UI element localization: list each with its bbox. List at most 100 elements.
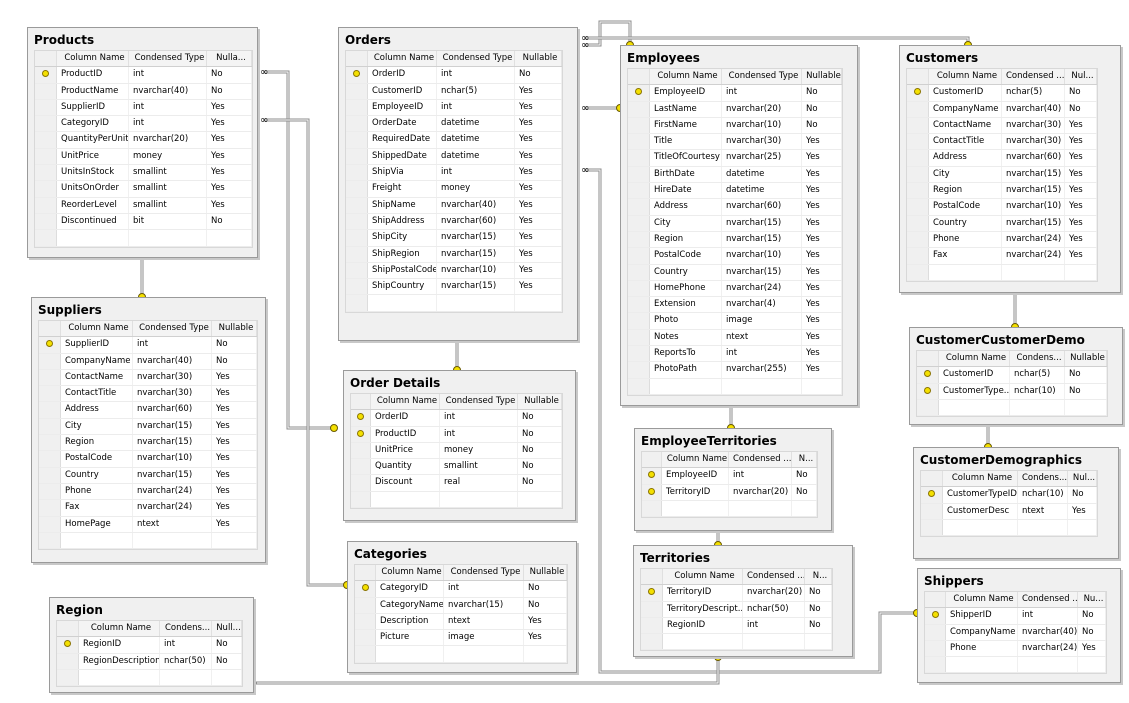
column-header[interactable]: Nu...: [1078, 592, 1106, 608]
table-row[interactable]: UnitsOnOrder smallint Yes: [35, 181, 252, 198]
table-row[interactable]: TerritoryID nvarchar(20) No: [642, 484, 817, 501]
row-selector[interactable]: [39, 386, 61, 402]
row-selector[interactable]: [907, 85, 929, 101]
table-title[interactable]: EmployeeTerritories: [635, 429, 831, 452]
table-row[interactable]: ShipAddress nvarchar(60) Yes: [346, 213, 562, 231]
table-row[interactable]: ProductName nvarchar(40) No: [35, 83, 252, 100]
table-row[interactable]: CategoryID int Yes: [35, 116, 252, 133]
table-row[interactable]: ContactTitle nvarchar(30) Yes: [39, 386, 257, 403]
table-customers[interactable]: Customers Column Name Condensed ... Nul... C…: [899, 45, 1121, 293]
row-selector[interactable]: [346, 116, 368, 132]
column-grid[interactable]: Column Name Condensed ... N... EmployeeID in…: [641, 451, 818, 519]
column-grid[interactable]: Column Name Condensed Type Nullable Categor…: [354, 564, 568, 664]
column-header[interactable]: Nullable: [515, 51, 562, 67]
row-selector[interactable]: [925, 624, 946, 640]
table-row[interactable]: Country nvarchar(15) Yes: [907, 215, 1097, 232]
column-header[interactable]: Nullable: [524, 565, 567, 581]
table-row[interactable]: Fax nvarchar(24) Yes: [39, 500, 257, 517]
column-header[interactable]: Null...: [212, 621, 242, 637]
table-row[interactable]: ProductID int No: [35, 67, 252, 84]
row-selector[interactable]: [355, 630, 376, 646]
empty-row[interactable]: [925, 657, 1106, 674]
row-selector[interactable]: [907, 117, 929, 134]
column-header[interactable]: Nul...: [1068, 471, 1097, 487]
table-row[interactable]: HireDate datetime Yes: [628, 183, 842, 200]
row-selector[interactable]: [642, 484, 662, 500]
column-grid[interactable]: Column Name Condensed ... N... TerritoryID n…: [640, 568, 833, 652]
table-row[interactable]: TerritoryDescript... nchar(50) No: [641, 601, 832, 618]
column-grid[interactable]: Column Name Condensed Type Nullable OrderID…: [350, 393, 563, 510]
row-selector[interactable]: [355, 581, 376, 597]
column-header[interactable]: Column Name: [368, 51, 437, 67]
column-header[interactable]: Column Name: [929, 69, 1002, 85]
table-row[interactable]: Address nvarchar(60) Yes: [628, 199, 842, 216]
row-selector[interactable]: [355, 613, 376, 630]
empty-row[interactable]: [628, 378, 842, 395]
table-row[interactable]: FirstName nvarchar(10) No: [628, 117, 842, 135]
table-title[interactable]: Region: [50, 598, 253, 621]
column-header[interactable]: N...: [805, 569, 832, 585]
table-title[interactable]: Suppliers: [32, 298, 265, 321]
row-selector[interactable]: [907, 134, 929, 150]
relationship-categories-products[interactable]: [265, 118, 347, 587]
row-selector[interactable]: [39, 516, 61, 532]
table-row[interactable]: EmployeeID int No: [642, 468, 817, 485]
table-row[interactable]: City nvarchar(15) Yes: [39, 418, 257, 436]
table-row[interactable]: TerritoryID nvarchar(20) No: [641, 585, 832, 602]
row-selector[interactable]: [39, 451, 61, 467]
row-selector[interactable]: [628, 297, 650, 313]
table-row[interactable]: Country nvarchar(15) Yes: [39, 467, 257, 484]
column-header[interactable]: Column Name: [371, 394, 440, 410]
empty-row[interactable]: [35, 230, 252, 247]
table-row[interactable]: OrderDate datetime Yes: [346, 116, 562, 133]
table-title[interactable]: Employees: [621, 46, 857, 69]
table-row[interactable]: Phone nvarchar(24) Yes: [925, 640, 1106, 658]
table-cdemo[interactable]: CustomerDemographics Column Name Condens..…: [913, 447, 1119, 559]
row-selector[interactable]: [628, 134, 650, 150]
table-row[interactable]: Address nvarchar(60) Yes: [39, 402, 257, 419]
row-selector[interactable]: [628, 166, 650, 183]
table-row[interactable]: Description ntext Yes: [355, 613, 567, 631]
table-row[interactable]: PhotoPath nvarchar(255) Yes: [628, 362, 842, 379]
table-row[interactable]: ProductID int No: [351, 426, 562, 443]
row-selector[interactable]: [346, 132, 368, 148]
column-header[interactable]: Condensed ...: [1018, 592, 1078, 608]
row-selector[interactable]: [346, 67, 368, 83]
table-row[interactable]: Phone nvarchar(24) Yes: [907, 231, 1097, 249]
table-title[interactable]: Shippers: [918, 569, 1120, 592]
table-row[interactable]: Region nvarchar(15) Yes: [628, 231, 842, 249]
table-row[interactable]: CustomerID nchar(5) No: [917, 367, 1107, 384]
table-row[interactable]: BirthDate datetime Yes: [628, 166, 842, 184]
row-selector[interactable]: [57, 653, 79, 669]
table-row[interactable]: CustomerType... nchar(10) No: [917, 383, 1107, 400]
table-row[interactable]: SupplierID int No: [39, 337, 257, 354]
column-header[interactable]: Condens...: [1018, 471, 1068, 487]
row-selector[interactable]: [907, 150, 929, 166]
table-suppliers[interactable]: Suppliers Column Name Condensed Type Nullab…: [31, 297, 266, 563]
empty-row[interactable]: [921, 519, 1097, 537]
table-title[interactable]: Products: [28, 28, 257, 51]
row-selector[interactable]: [351, 426, 371, 442]
table-row[interactable]: Address nvarchar(60) Yes: [907, 150, 1097, 167]
row-selector[interactable]: [641, 585, 663, 601]
table-row[interactable]: Region nvarchar(15) Yes: [39, 435, 257, 452]
row-selector[interactable]: [641, 601, 663, 617]
table-row[interactable]: Fax nvarchar(24) Yes: [907, 248, 1097, 265]
table-region[interactable]: Region Column Name Condens... Null... Region…: [49, 597, 254, 693]
row-selector[interactable]: [346, 148, 368, 165]
column-grid[interactable]: Column Name Condensed Type Nullable Employe…: [627, 68, 843, 396]
empty-row[interactable]: [641, 634, 832, 651]
table-row[interactable]: City nvarchar(15) Yes: [628, 215, 842, 232]
row-selector[interactable]: [907, 101, 929, 117]
column-header[interactable]: Condensed ...: [1002, 69, 1065, 85]
table-title[interactable]: Order Details: [344, 371, 575, 394]
table-row[interactable]: RegionID int No: [57, 637, 242, 654]
table-row[interactable]: RegionDescription nchar(50) No: [57, 653, 242, 670]
column-header[interactable]: Column Name: [946, 592, 1018, 608]
row-selector[interactable]: [641, 617, 663, 634]
table-row[interactable]: OrderID int No: [351, 410, 562, 427]
table-row[interactable]: Notes ntext Yes: [628, 329, 842, 347]
column-header[interactable]: Condensed Type: [129, 51, 207, 67]
row-selector[interactable]: [907, 166, 929, 183]
table-row[interactable]: CustomerTypeID nchar(10) No: [921, 487, 1097, 504]
